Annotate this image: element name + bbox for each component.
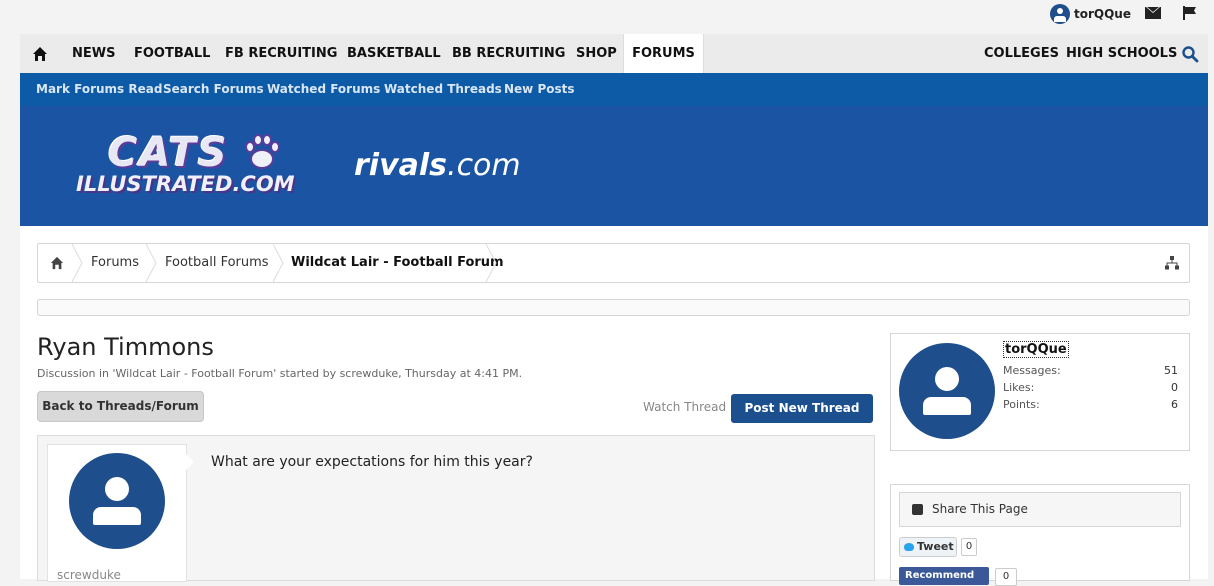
rivals-logo[interactable]: rivals.com	[354, 148, 521, 183]
flag-icon[interactable]	[1182, 5, 1198, 21]
subnav-watched-forums[interactable]: Watched Forums	[267, 73, 380, 106]
stat-likes-value: 0	[1171, 381, 1178, 394]
share-header: Share This Page	[899, 492, 1181, 527]
paw-logo-icon	[245, 134, 280, 169]
user-menu-link[interactable]: torQQue	[1050, 4, 1131, 24]
tweet-count: 0	[961, 538, 977, 556]
subnav-mark-forums-read[interactable]: Mark Forums Read	[36, 73, 162, 106]
facebook-count: 0	[995, 568, 1017, 586]
stat-points-label: Points:	[1003, 398, 1040, 411]
main-content: Forums Football Forums Wildcat Lair - Fo…	[20, 226, 1208, 586]
nav-shop[interactable]: SHOP	[576, 34, 617, 73]
tweet-label: Tweet	[917, 540, 954, 553]
breadcrumb-separator-icon	[486, 244, 497, 282]
mail-icon[interactable]	[1145, 7, 1161, 19]
site-banner: CATS ILLUSTRATED.COM rivals.com	[20, 106, 1208, 226]
breadcrumb-separator-icon	[146, 244, 157, 282]
illustrated-logo-text[interactable]: ILLUSTRATED.COM	[76, 172, 295, 196]
post-message: What are your expectations for him this …	[211, 454, 533, 470]
nav-high-schools[interactable]: HIGH SCHOOLS	[1066, 34, 1177, 73]
post-author-card: screwduke	[47, 444, 187, 582]
nav-football[interactable]: FOOTBALL	[134, 34, 210, 73]
user-avatar-icon	[1050, 4, 1070, 24]
breadcrumb: Forums Football Forums Wildcat Lair - Fo…	[37, 243, 1190, 283]
visitor-panel: torQQue Messages: 51 Likes: 0 Points: 6	[890, 333, 1190, 451]
tweet-button[interactable]: Tweet	[899, 537, 957, 557]
post-author-name[interactable]: screwduke	[57, 568, 121, 582]
sitemap-icon[interactable]	[1165, 256, 1179, 270]
home-icon[interactable]	[32, 46, 48, 62]
nav-forums[interactable]: FORUMS	[623, 34, 704, 73]
nav-news[interactable]: NEWS	[72, 34, 115, 73]
breadcrumb-separator-icon	[72, 244, 83, 282]
facebook-recommend-label: Recommend	[905, 570, 975, 581]
share-title: Share This Page	[932, 502, 1028, 516]
breadcrumb-separator-icon	[273, 244, 284, 282]
post-new-thread-button[interactable]: Post New Thread	[731, 394, 873, 423]
visitor-username[interactable]: torQQue	[1003, 341, 1069, 358]
twitter-bird-icon	[904, 543, 914, 551]
breadcrumb-football-forums[interactable]: Football Forums	[165, 244, 269, 282]
main-nav: NEWS FOOTBALL FB RECRUITING BASKETBALL B…	[20, 34, 1208, 73]
nav-basketball[interactable]: BASKETBALL	[347, 34, 441, 73]
breadcrumb-home-icon[interactable]	[50, 256, 64, 270]
subnav-new-posts[interactable]: New Posts	[504, 73, 575, 106]
stat-likes-label: Likes:	[1003, 381, 1035, 394]
cats-logo-text[interactable]: CATS	[108, 130, 229, 176]
nav-colleges[interactable]: COLLEGES	[984, 34, 1059, 73]
post-pointer-arrow	[186, 454, 194, 470]
nav-fb-recruiting[interactable]: FB RECRUITING	[225, 34, 337, 73]
facebook-recommend-button[interactable]: Recommend	[899, 567, 989, 585]
breadcrumb-current[interactable]: Wildcat Lair - Football Forum	[291, 244, 504, 282]
notice-bar	[37, 299, 1190, 316]
search-icon[interactable]	[1181, 45, 1199, 63]
rivals-logo-domain: .com	[447, 148, 521, 183]
nav-bb-recruiting[interactable]: BB RECRUITING	[452, 34, 565, 73]
forum-subnav: Mark Forums Read Search Forums Watched F…	[20, 73, 1208, 107]
stat-points-value[interactable]: 6	[1171, 398, 1178, 411]
post-author-avatar-icon[interactable]	[69, 453, 165, 549]
back-to-threads-button[interactable]: Back to Threads/Forum	[37, 391, 204, 422]
share-icon	[912, 504, 923, 515]
subnav-watched-threads[interactable]: Watched Threads	[384, 73, 502, 106]
rivals-logo-name: rivals	[354, 148, 448, 183]
stat-messages-value[interactable]: 51	[1164, 364, 1178, 377]
top-utility-bar: torQQue	[0, 0, 1214, 30]
share-panel: Share This Page Tweet 0 Recommend 0	[890, 484, 1190, 586]
thread-description: Discussion in 'Wildcat Lair - Football F…	[37, 367, 523, 380]
breadcrumb-forums[interactable]: Forums	[91, 244, 139, 282]
watch-thread-link[interactable]: Watch Thread	[643, 400, 726, 414]
stat-messages-label: Messages:	[1003, 364, 1061, 377]
first-post: screwduke What are your expectations for…	[37, 435, 875, 582]
thread-title: Ryan Timmons	[37, 333, 214, 361]
subnav-search-forums[interactable]: Search Forums	[163, 73, 264, 106]
user-menu-username: torQQue	[1074, 7, 1131, 21]
visitor-avatar-icon[interactable]	[899, 343, 995, 439]
